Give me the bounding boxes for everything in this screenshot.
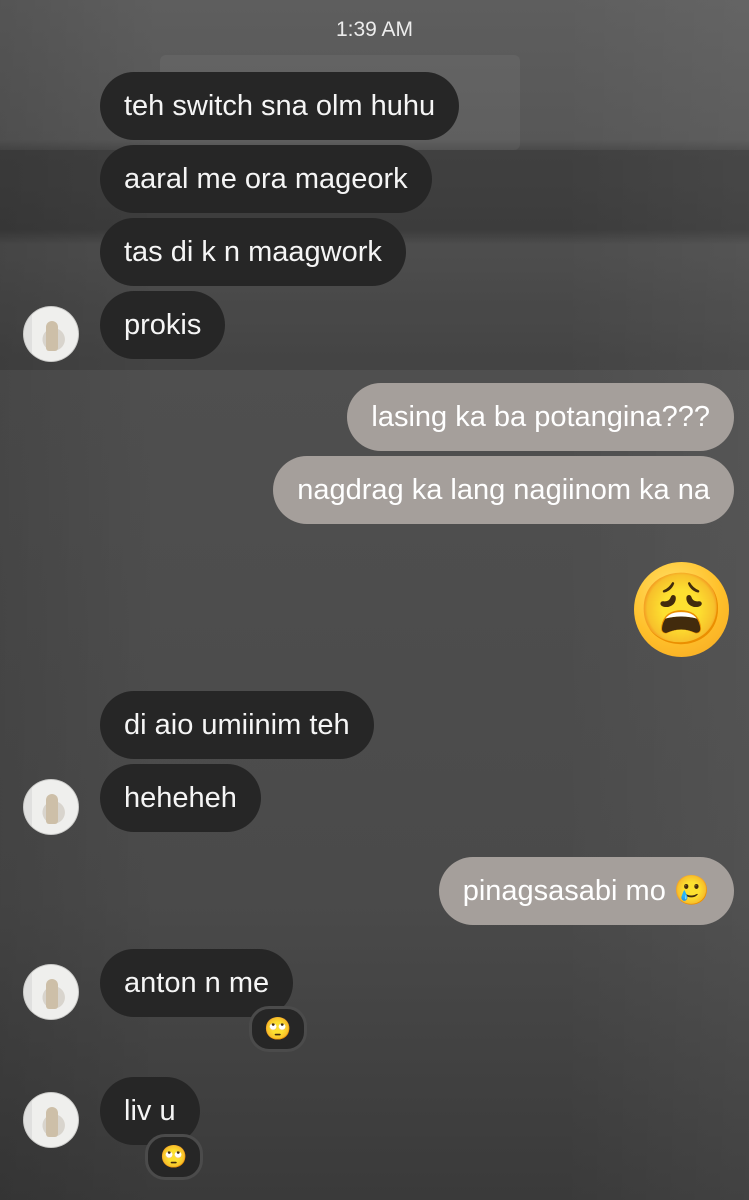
incoming-message[interactable]: teh switch sna olm huhu bbox=[100, 72, 460, 140]
outgoing-message[interactable]: lasing ka ba potangina??? bbox=[347, 383, 734, 451]
sender-avatar[interactable] bbox=[23, 1092, 79, 1148]
outgoing-message[interactable]: pinagsasabi mo 🥲 bbox=[438, 857, 734, 925]
timestamp: 1:39 AM bbox=[335, 18, 414, 41]
incoming-message[interactable]: heheheh bbox=[100, 764, 261, 832]
incoming-message[interactable]: di aio umiinim teh bbox=[100, 691, 374, 759]
sender-avatar[interactable] bbox=[23, 964, 79, 1020]
reaction-badge[interactable]: 🙄 bbox=[145, 1134, 203, 1180]
outgoing-emoji-message[interactable]: 😩 bbox=[634, 562, 729, 657]
incoming-message[interactable]: prokis bbox=[100, 291, 226, 359]
sender-avatar[interactable] bbox=[23, 779, 79, 835]
sender-avatar[interactable] bbox=[23, 306, 79, 362]
incoming-message[interactable]: aaral me ora mageork bbox=[100, 145, 432, 213]
reaction-badge[interactable]: 🙄 bbox=[249, 1006, 307, 1052]
incoming-message[interactable]: tas di k n maagwork bbox=[100, 218, 406, 286]
outgoing-message[interactable]: nagdrag ka lang nagiinom ka na bbox=[273, 456, 734, 524]
